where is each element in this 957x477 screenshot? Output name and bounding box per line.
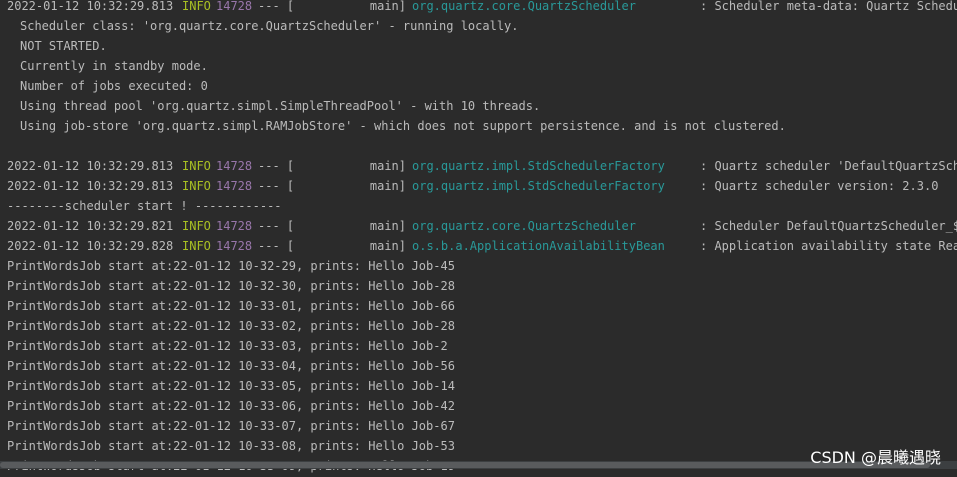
log-separator: --- [	[258, 0, 295, 13]
console-text: PrintWordsJob start at:22-01-12 10-33-08…	[7, 439, 455, 453]
log-separator: --- [	[258, 239, 295, 253]
log-thread: main]	[369, 0, 406, 13]
console-text: PrintWordsJob start at:22-01-12 10-33-04…	[7, 359, 455, 373]
log-message: : Application availability state Readine…	[700, 239, 957, 253]
log-timestamp: 2022-01-12 10:32:29.813	[7, 0, 174, 13]
console-line: Using thread pool 'org.quartz.simpl.Simp…	[0, 96, 957, 116]
log-separator: --- [	[258, 179, 295, 193]
watermark-text: CSDN @晨曦遇晓	[810, 448, 941, 467]
log-message: : Quartz scheduler version: 2.3.0	[700, 179, 939, 193]
console-line: 2022-01-12 10:32:29.821 INFO 14728 --- [ mai…	[0, 216, 957, 236]
console-text: PrintWordsJob start at:22-01-12 10-33-01…	[7, 299, 455, 313]
log-pid: 14728	[216, 159, 253, 173]
console-line: PrintWordsJob start at:22-01-12 10-33-05…	[0, 376, 957, 396]
log-message: : Quartz scheduler 'DefaultQuartzSchedul…	[700, 159, 957, 173]
console-line: --------scheduler start ! ------------	[0, 196, 957, 216]
console-line: 2022-01-12 10:32:29.828 INFO 14728 --- [ mai…	[0, 236, 957, 256]
console-line: PrintWordsJob start at:22-01-12 10-33-07…	[0, 416, 957, 436]
log-logger: org.quartz.impl.StdSchedulerFactory	[412, 179, 665, 193]
log-continuation: Currently in standby mode.	[20, 59, 208, 73]
console-line: PrintWordsJob start at:22-01-12 10-33-06…	[0, 396, 957, 416]
console-line: NOT STARTED.	[0, 36, 957, 56]
console-line: Using job-store 'org.quartz.simpl.RAMJob…	[0, 116, 957, 136]
log-continuation: Number of jobs executed: 0	[20, 79, 208, 93]
log-level: INFO	[182, 159, 211, 173]
console-line: PrintWordsJob start at:22-01-12 10-33-03…	[0, 336, 957, 356]
log-pid: 14728	[216, 239, 253, 253]
console-line: PrintWordsJob start at:22-01-12 10-32-29…	[0, 256, 957, 276]
console-line: 2022-01-12 10:32:29.813 INFO 14728 --- [ mai…	[0, 0, 957, 16]
console-line: PrintWordsJob start at:22-01-12 10-32-30…	[0, 276, 957, 296]
log-thread: main]	[369, 179, 406, 193]
log-separator: --- [	[258, 219, 295, 233]
log-message: : Scheduler DefaultQuartzScheduler_$_NON…	[700, 219, 957, 233]
console-text: --------scheduler start ! ------------	[7, 199, 282, 213]
log-thread: main]	[369, 159, 406, 173]
console-text: PrintWordsJob start at:22-01-12 10-32-29…	[7, 259, 455, 273]
log-level: INFO	[182, 0, 211, 13]
scrollbar-thumb[interactable]	[0, 462, 930, 468]
log-separator: --- [	[258, 159, 295, 173]
log-continuation: NOT STARTED.	[20, 39, 107, 53]
console-text: PrintWordsJob start at:22-01-12 10-33-07…	[7, 419, 455, 433]
log-level: INFO	[182, 239, 211, 253]
log-logger: org.quartz.core.QuartzScheduler	[412, 0, 636, 13]
console-line: PrintWordsJob start at:22-01-12 10-33-01…	[0, 296, 957, 316]
log-continuation: Scheduler class: 'org.quartz.core.Quartz…	[20, 19, 519, 33]
log-continuation: Using job-store 'org.quartz.simpl.RAMJob…	[20, 119, 786, 133]
log-continuation: Using thread pool 'org.quartz.simpl.Simp…	[20, 99, 541, 113]
log-timestamp: 2022-01-12 10:32:29.828	[7, 239, 174, 253]
log-thread: main]	[369, 239, 406, 253]
log-pid: 14728	[216, 179, 253, 193]
log-timestamp: 2022-01-12 10:32:29.821	[7, 219, 174, 233]
console-line: 2022-01-12 10:32:29.813 INFO 14728 --- [ mai…	[0, 156, 957, 176]
log-message: : Scheduler meta-data: Quartz Scheduler …	[700, 0, 957, 13]
log-pid: 14728	[216, 219, 253, 233]
log-level: INFO	[182, 179, 211, 193]
console-text: PrintWordsJob start at:22-01-12 10-33-06…	[7, 399, 455, 413]
log-logger: org.quartz.core.QuartzScheduler	[412, 219, 636, 233]
log-timestamp: 2022-01-12 10:32:29.813	[7, 159, 174, 173]
log-logger: org.quartz.impl.StdSchedulerFactory	[412, 159, 665, 173]
log-level: INFO	[182, 219, 211, 233]
console-text: PrintWordsJob start at:22-01-12 10-33-02…	[7, 319, 455, 333]
console-line: 2022-01-12 10:32:29.813 INFO 14728 --- [ mai…	[0, 176, 957, 196]
console-line: Scheduler class: 'org.quartz.core.Quartz…	[0, 16, 957, 36]
log-timestamp: 2022-01-12 10:32:29.813	[7, 179, 174, 193]
console-line: PrintWordsJob start at:22-01-12 10-33-02…	[0, 316, 957, 336]
log-thread: main]	[369, 219, 406, 233]
console-text: PrintWordsJob start at:22-01-12 10-33-03…	[7, 339, 448, 353]
console-text: PrintWordsJob start at:22-01-12 10-33-05…	[7, 379, 455, 393]
console-line: Currently in standby mode.	[0, 56, 957, 76]
log-logger: o.s.b.a.ApplicationAvailabilityBean	[412, 239, 665, 253]
console-line: Number of jobs executed: 0	[0, 76, 957, 96]
console-line: PrintWordsJob start at:22-01-12 10-33-04…	[0, 356, 957, 376]
log-pid: 14728	[216, 0, 253, 13]
console-output[interactable]: 2022-01-12 10:32:29.813 INFO 14728 --- [ mai…	[0, 0, 957, 477]
console-text: PrintWordsJob start at:22-01-12 10-32-30…	[7, 279, 455, 293]
